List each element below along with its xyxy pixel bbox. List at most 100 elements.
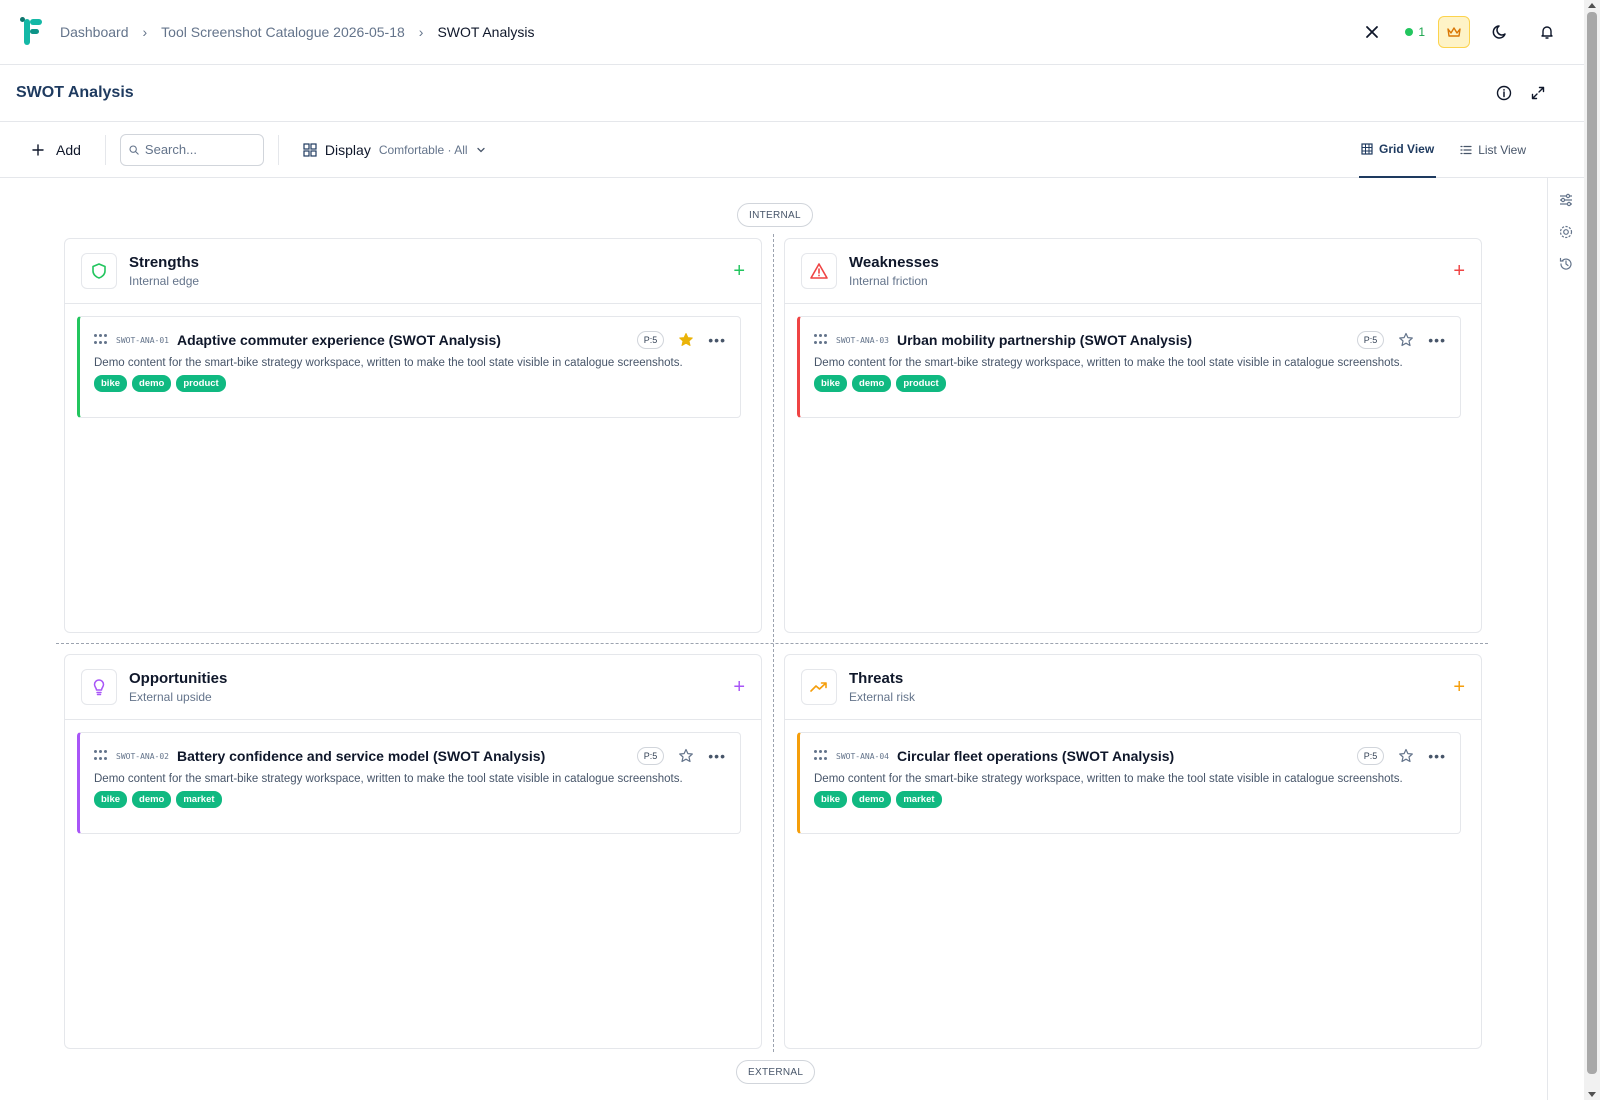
tag-list: bike demo product bbox=[814, 375, 1446, 392]
theme-toggle-button[interactable] bbox=[1483, 15, 1517, 49]
add-item-button[interactable]: + bbox=[733, 677, 745, 697]
card-description: Demo content for the smart-bike strategy… bbox=[814, 357, 1403, 369]
quadrant-title: Threats bbox=[849, 670, 904, 687]
app-root: Dashboard › Tool Screenshot Catalogue 20… bbox=[0, 0, 1600, 1100]
tag[interactable]: demo bbox=[852, 375, 892, 392]
display-dropdown[interactable]: Display Comfortable · All bbox=[293, 142, 496, 158]
divider bbox=[104, 134, 106, 165]
tag[interactable]: product bbox=[896, 375, 946, 392]
shield-icon bbox=[81, 253, 117, 289]
priority-badge[interactable]: P:5 bbox=[636, 747, 665, 765]
tab-list-view[interactable]: List View bbox=[1458, 122, 1528, 178]
plus-icon bbox=[32, 143, 44, 156]
toolbar: Add Display Comfortable · All Grid View … bbox=[0, 122, 1584, 178]
add-item-button[interactable]: + bbox=[1453, 677, 1465, 697]
priority-badge[interactable]: P:5 bbox=[1356, 331, 1385, 349]
tag[interactable]: bike bbox=[814, 375, 848, 392]
star-outline-icon[interactable] bbox=[678, 748, 694, 764]
search-box[interactable] bbox=[119, 133, 264, 166]
page-scrollbar[interactable] bbox=[1584, 0, 1600, 1100]
divider bbox=[277, 134, 279, 165]
premium-button[interactable] bbox=[1438, 16, 1470, 48]
drag-handle-icon[interactable] bbox=[94, 750, 107, 762]
quadrant-subtitle: External risk bbox=[849, 690, 916, 704]
more-options-icon[interactable]: ••• bbox=[708, 748, 726, 764]
swot-card[interactable]: SWOT-ANA-04 Circular fleet operations (S… bbox=[797, 732, 1461, 834]
trending-up-icon bbox=[801, 669, 837, 705]
tag[interactable]: bike bbox=[814, 791, 848, 808]
grid-layout-icon bbox=[303, 142, 317, 157]
tab-grid-view[interactable]: Grid View bbox=[1359, 122, 1437, 178]
card-title[interactable]: Urban mobility partnership (SWOT Analysi… bbox=[897, 332, 1192, 348]
star-outline-icon[interactable] bbox=[1398, 332, 1414, 348]
tag[interactable]: bike bbox=[94, 375, 128, 392]
card-title[interactable]: Adaptive commuter experience (SWOT Analy… bbox=[177, 332, 501, 348]
info-icon[interactable] bbox=[1496, 85, 1512, 101]
tag[interactable]: product bbox=[176, 375, 226, 392]
breadcrumb-current: SWOT Analysis bbox=[437, 24, 535, 40]
close-button[interactable] bbox=[1355, 15, 1389, 49]
card-title[interactable]: Circular fleet operations (SWOT Analysis… bbox=[897, 748, 1174, 764]
chevron-right-icon: › bbox=[418, 24, 424, 40]
add-item-button[interactable]: + bbox=[1453, 261, 1465, 281]
add-button[interactable]: Add bbox=[16, 133, 97, 167]
axis-internal-label: INTERNAL bbox=[737, 203, 813, 227]
axis-horizontal-divider bbox=[56, 643, 1488, 644]
swot-card[interactable]: SWOT-ANA-02 Battery confidence and servi… bbox=[77, 732, 741, 834]
app-logo[interactable] bbox=[20, 17, 44, 47]
add-item-button[interactable]: + bbox=[733, 261, 745, 281]
title-bar: SWOT Analysis bbox=[0, 65, 1584, 122]
tag[interactable]: market bbox=[176, 791, 222, 808]
sliders-icon[interactable] bbox=[1558, 192, 1574, 208]
tag[interactable]: demo bbox=[132, 375, 172, 392]
settings-gear-icon[interactable] bbox=[1558, 224, 1574, 240]
priority-badge[interactable]: P:5 bbox=[1356, 747, 1385, 765]
page-title: SWOT Analysis bbox=[16, 84, 134, 101]
priority-badge[interactable]: P:5 bbox=[636, 331, 665, 349]
card-description: Demo content for the smart-bike strategy… bbox=[94, 357, 683, 369]
star-outline-icon[interactable] bbox=[1398, 748, 1414, 764]
swot-card[interactable]: SWOT-ANA-01 Adaptive commuter experience… bbox=[77, 316, 741, 418]
close-icon bbox=[1366, 26, 1379, 38]
right-rail bbox=[1547, 178, 1584, 1100]
scroll-down-icon[interactable] bbox=[1588, 1092, 1596, 1097]
expand-icon[interactable] bbox=[1530, 85, 1546, 101]
tag-list: bike demo market bbox=[94, 791, 726, 808]
scrollbar-thumb[interactable] bbox=[1587, 12, 1597, 1074]
moon-icon bbox=[1492, 25, 1506, 39]
history-icon[interactable] bbox=[1558, 256, 1574, 272]
table-icon bbox=[1361, 142, 1373, 155]
more-options-icon[interactable]: ••• bbox=[1428, 748, 1446, 764]
online-count: 1 bbox=[1418, 25, 1425, 39]
quadrant-subtitle: Internal friction bbox=[849, 274, 928, 288]
tag[interactable]: demo bbox=[852, 791, 892, 808]
quadrant-subtitle: Internal edge bbox=[129, 274, 200, 288]
tag[interactable]: market bbox=[896, 791, 942, 808]
card-id: SWOT-ANA-03 bbox=[836, 335, 889, 345]
quadrant-strengths: Strengths Internal edge + SWOT-ANA-01 Ad… bbox=[64, 238, 762, 633]
online-status[interactable]: 1 bbox=[1405, 25, 1425, 39]
search-icon bbox=[129, 144, 139, 155]
crown-icon bbox=[1447, 27, 1461, 37]
chevron-down-icon bbox=[476, 147, 485, 152]
card-title[interactable]: Battery confidence and service model (SW… bbox=[177, 748, 545, 764]
scroll-up-icon[interactable] bbox=[1588, 3, 1596, 8]
breadcrumb-dashboard[interactable]: Dashboard bbox=[60, 24, 129, 40]
swot-card[interactable]: SWOT-ANA-03 Urban mobility partnership (… bbox=[797, 316, 1461, 418]
tag[interactable]: bike bbox=[94, 791, 128, 808]
breadcrumb-catalogue[interactable]: Tool Screenshot Catalogue 2026-05-18 bbox=[161, 24, 405, 40]
drag-handle-icon[interactable] bbox=[94, 334, 107, 346]
tag-list: bike demo market bbox=[814, 791, 1446, 808]
drag-handle-icon[interactable] bbox=[814, 750, 827, 762]
quadrant-weaknesses: Weaknesses Internal friction + SWOT-ANA-… bbox=[784, 238, 1482, 633]
star-filled-icon[interactable] bbox=[678, 332, 694, 348]
search-input[interactable] bbox=[144, 142, 255, 157]
more-options-icon[interactable]: ••• bbox=[1428, 332, 1446, 348]
notifications-button[interactable] bbox=[1530, 15, 1564, 49]
drag-handle-icon[interactable] bbox=[814, 334, 827, 346]
more-options-icon[interactable]: ••• bbox=[708, 332, 726, 348]
tag[interactable]: demo bbox=[132, 791, 172, 808]
card-id: SWOT-ANA-02 bbox=[116, 751, 169, 761]
card-id: SWOT-ANA-04 bbox=[836, 751, 889, 761]
quadrant-threats: Threats External risk + SWOT-ANA-04 Circ… bbox=[784, 654, 1482, 1049]
